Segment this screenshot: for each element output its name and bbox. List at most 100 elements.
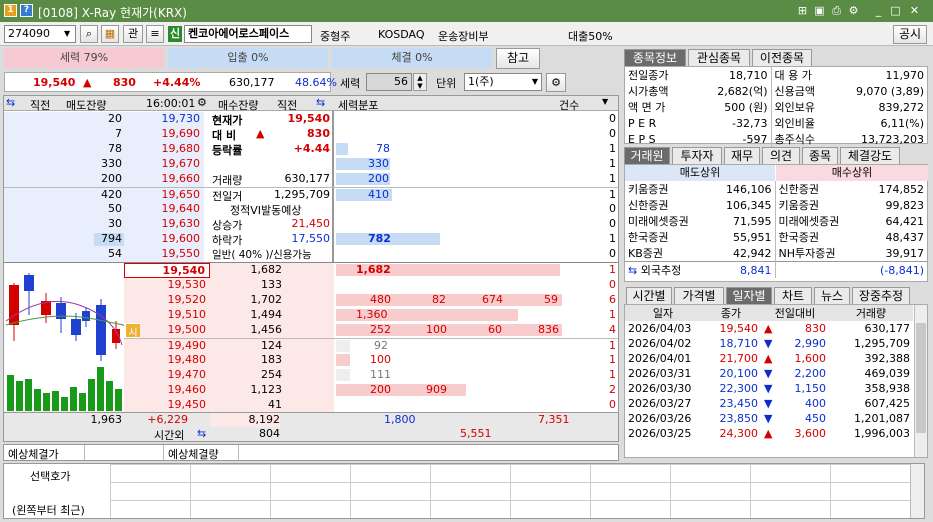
swap-icon[interactable]: ⇆: [316, 96, 325, 109]
ask-qty: 20: [108, 112, 122, 125]
tab-by-time[interactable]: 시간별: [626, 287, 672, 304]
ask-row[interactable]: 794 19,600 하락가 17,550 782 1: [4, 232, 618, 247]
scrollbar[interactable]: [910, 464, 924, 518]
close: 20,100: [719, 367, 759, 380]
dist-count: 1: [609, 353, 616, 366]
tab-finance[interactable]: 재무: [724, 147, 760, 164]
tab-by-price[interactable]: 가격별: [674, 287, 724, 304]
dist-qty: 111: [370, 368, 391, 381]
close-icon[interactable]: ✕: [908, 4, 921, 17]
daily-row[interactable]: 2026/03/25 24,300 ▲ 3,600 1,996,003: [625, 426, 913, 441]
ask-price: 19,660: [124, 172, 204, 187]
dist-count: 0: [609, 127, 616, 140]
screen-number-icon[interactable]: 1: [4, 4, 17, 17]
tab-by-date[interactable]: 일자별: [726, 287, 772, 304]
volume-bar: [115, 389, 122, 411]
tab-investor[interactable]: 투자자: [672, 147, 722, 164]
info-value: 830: [307, 127, 330, 140]
minimize-icon[interactable]: _: [872, 4, 885, 17]
seryeok-spinner[interactable]: ▲ ▼: [413, 73, 427, 91]
reference-button[interactable]: 참고: [496, 48, 540, 69]
candle: [82, 311, 90, 321]
print-icon[interactable]: ⎙: [830, 4, 843, 17]
selected-quote-panel: 선택호가 (왼쪽부터 최근): [3, 463, 925, 519]
tab-news[interactable]: 뉴스: [814, 287, 850, 304]
ask-row[interactable]: 200 19,660 거래량 630,177 200 1: [4, 172, 618, 187]
close: 19,540: [719, 322, 759, 335]
tab-watchlist[interactable]: 관심종목: [688, 49, 750, 66]
chevron-down-icon[interactable]: ▼: [64, 29, 70, 38]
scrollbar[interactable]: [914, 305, 927, 457]
info-value: 630,177: [284, 172, 331, 185]
chevron-down-icon[interactable]: ▼: [602, 97, 608, 106]
broker-row[interactable]: 신한증권 106,345 키움증권 99,823: [625, 197, 927, 213]
link-icon[interactable]: ⊞: [796, 4, 809, 17]
daily-row[interactable]: 2026/03/31 20,100 ▼ 2,200 469,039: [625, 366, 913, 381]
daily-row[interactable]: 2026/04/01 21,700 ▲ 1,600 392,388: [625, 351, 913, 366]
tab-chart[interactable]: 차트: [774, 287, 812, 304]
help-icon[interactable]: ?: [20, 4, 33, 17]
broker-row[interactable]: 한국증권 55,951 한국증권 48,437: [625, 229, 927, 245]
date: 2026/03/25: [628, 427, 692, 440]
tab-broker[interactable]: 거래원: [624, 147, 670, 164]
size-chip: 중형주: [320, 30, 351, 43]
volume: 1,295,709: [854, 337, 910, 350]
volume-ratio: 48.64%: [295, 76, 337, 89]
daily-row[interactable]: 2026/04/02 18,710 ▼ 2,990 1,295,709: [625, 336, 913, 351]
daily-row[interactable]: 2026/03/27 23,450 ▼ 400 607,425: [625, 396, 913, 411]
save-icon[interactable]: ▣: [813, 4, 826, 17]
calendar-icon[interactable]: ▦: [101, 25, 119, 43]
stock-name-field[interactable]: 켄코아에어로스페이스: [184, 25, 312, 43]
swap-icon[interactable]: ⇆: [197, 427, 206, 440]
swap-icon[interactable]: ⇆: [6, 96, 15, 109]
seryeok-input[interactable]: 56: [366, 73, 412, 91]
settings-icon[interactable]: ⚙: [847, 4, 860, 17]
ask-row[interactable]: 54 19,550 일반( 40% )/신용가능 0: [4, 247, 618, 262]
price-summary: 19,540 ▲ 830 +4.44% 630,177 48.64%: [4, 72, 337, 92]
gear-icon[interactable]: ⚙: [546, 73, 566, 92]
price-change: 830: [113, 76, 136, 89]
sell-top-header: 매도상위: [625, 165, 775, 181]
ask-row[interactable]: 420 19,650 전일거 1,295,709 410 1: [4, 187, 618, 203]
header-count: 건수: [559, 99, 580, 112]
broker-row[interactable]: KB증권 42,942 NH투자증권 39,917: [625, 245, 927, 262]
tab-intraday-est[interactable]: 장중추정: [852, 287, 910, 304]
close: 18,710: [719, 337, 759, 350]
tab-stock-info[interactable]: 종목정보: [624, 49, 686, 66]
ask-row[interactable]: 20 19,730 현재가 19,540 0: [4, 112, 618, 127]
swap-icon[interactable]: ⇆: [628, 264, 637, 277]
broker-row[interactable]: 미래에셋증권 71,595 미래에셋증권 64,421: [625, 213, 927, 229]
tab-opinion[interactable]: 의견: [762, 147, 800, 164]
ask-row[interactable]: 78 19,680 등락률 +4.44 78 1: [4, 142, 618, 157]
volume-bar: [34, 389, 41, 411]
ask-row[interactable]: 330 19,670 330 1: [4, 157, 618, 172]
list-icon[interactable]: ≡: [146, 25, 164, 43]
dist-qty: 78: [376, 142, 390, 155]
daily-row[interactable]: 2026/03/26 23,850 ▼ 450 1,201,087: [625, 411, 913, 426]
notice-button[interactable]: 공시: [893, 25, 927, 44]
settings-icon[interactable]: ⚙: [197, 96, 207, 109]
buy-broker: 신한증권: [778, 183, 819, 196]
tab-exec-strength[interactable]: 체결강도: [840, 147, 900, 164]
maximize-icon[interactable]: □: [889, 4, 902, 17]
ask-row[interactable]: 50 19,640 정적VI발동예상 0: [4, 202, 618, 217]
sell-qty: 55,951: [701, 229, 776, 245]
daily-table: 일자 종가 전일대비 거래량 2026/04/03 19,540 ▲ 830 630,177 …: [624, 304, 928, 458]
dist-count: 0: [609, 278, 616, 291]
foreign-row: ⇆ 외국추정 8,841 (-8,841): [625, 261, 927, 278]
unit-select[interactable]: 1(주) ▼: [464, 73, 542, 91]
ask-row[interactable]: 30 19,630 상승가 21,450 0: [4, 217, 618, 232]
broker-row[interactable]: 키움증권 146,106 신한증권 174,852: [625, 181, 927, 197]
kwan-button[interactable]: 관: [123, 25, 143, 43]
info-value: 13,723,203: [861, 132, 924, 146]
tab-item[interactable]: 종목: [802, 147, 838, 164]
daily-row[interactable]: 2026/03/30 22,300 ▼ 1,150 358,938: [625, 381, 913, 396]
dist-qty: 100: [426, 323, 447, 336]
scrollbar-thumb[interactable]: [916, 323, 926, 433]
search-icon[interactable]: ⌕: [80, 25, 98, 43]
daily-row[interactable]: 2026/04/03 19,540 ▲ 830 630,177: [625, 321, 913, 336]
toolbar: 274090 ▼ ⌕ ▦ 관 ≡ 신 켄코아에어로스페이스 중형주 KOSDAQ…: [0, 22, 933, 46]
close: 22,300: [719, 382, 759, 395]
tab-prev-stock[interactable]: 이전종목: [752, 49, 812, 66]
ask-row[interactable]: 7 19,690 대 비 ▲ 830 0: [4, 127, 618, 142]
